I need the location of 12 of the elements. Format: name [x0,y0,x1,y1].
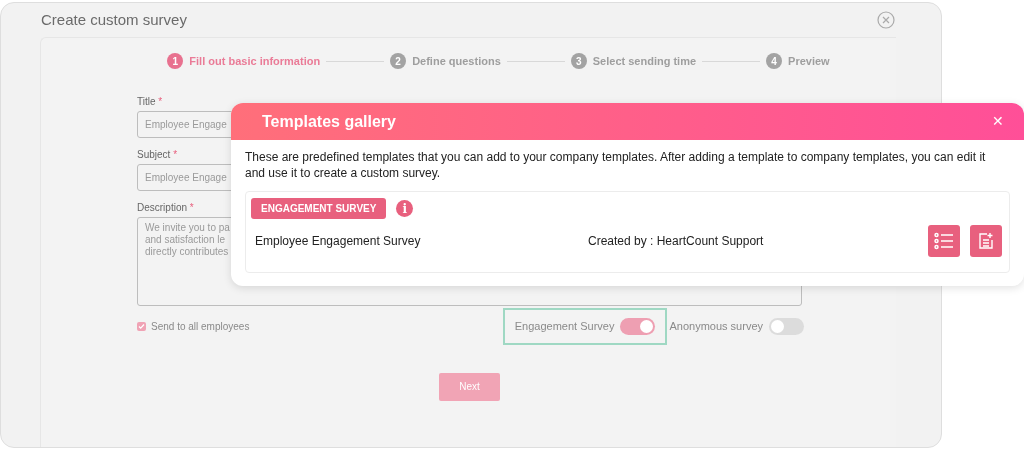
toggle-label: Anonymous survey [669,318,763,334]
toggle-label: Engagement Survey [514,318,615,334]
checkbox-label: Send to all employees [151,319,250,334]
modal-title: Templates gallery [262,111,396,132]
field-label: Description * [137,200,194,215]
window-title: Create custom survey [41,9,187,30]
field-label: Title * [137,94,163,109]
intro-text: These are predefined templates that you can add to your company templates. After adding a template to company templates, you can edit it and use it to create a custom survey. [245,149,987,181]
template-creator: Created by : HeartCount Support [588,233,765,250]
template-tag: ENGAGEMENT SURVEY [251,198,387,219]
field-label: Subject * [137,147,178,162]
template-name: Employee Engagement Survey [254,233,422,250]
